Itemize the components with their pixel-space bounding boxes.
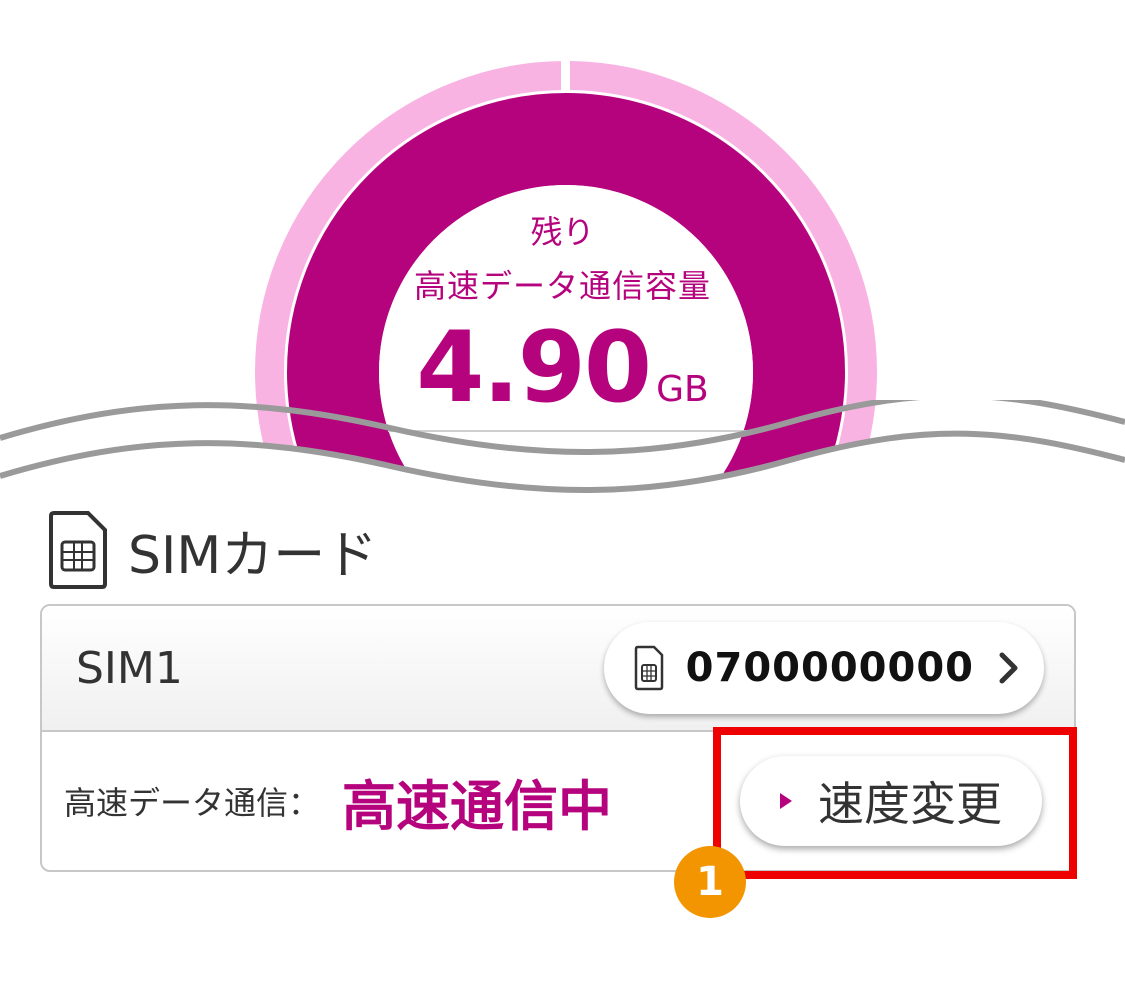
remaining-label: 残り bbox=[530, 213, 595, 251]
sim-card-header: SIM1 0700000000 bbox=[42, 606, 1074, 732]
wave-cut-divider bbox=[0, 400, 1125, 520]
chevron-right-icon bbox=[999, 652, 1018, 684]
sim-card-icon bbox=[49, 511, 107, 589]
step-badge: 1 bbox=[674, 846, 746, 918]
sim-section-title: SIMカード bbox=[48, 510, 377, 590]
speed-status-label: 高速データ通信： bbox=[64, 784, 321, 822]
phone-number: 0700000000 bbox=[685, 645, 974, 691]
remaining-sublabel: 高速データ通信容量 bbox=[413, 267, 711, 305]
sim-name: SIM1 bbox=[76, 642, 183, 694]
sim-card-icon bbox=[634, 645, 663, 691]
data-usage-screen: 残り 高速データ通信容量 4.90 GB SIMカード SIM1 0700000… bbox=[0, 0, 1125, 990]
speed-status-value: 高速通信中 bbox=[342, 774, 613, 838]
highlight-box bbox=[713, 727, 1077, 879]
phone-number-button[interactable]: 0700000000 bbox=[603, 622, 1044, 714]
sim-section-heading: SIMカード bbox=[128, 525, 378, 586]
